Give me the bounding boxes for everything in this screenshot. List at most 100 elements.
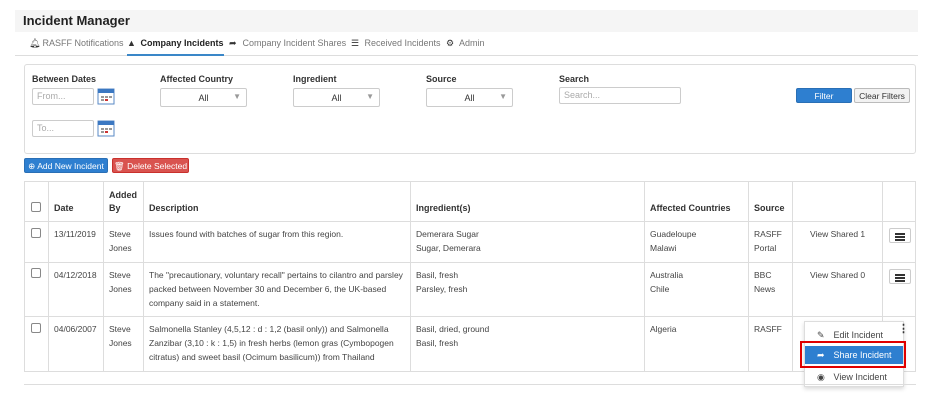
eye-icon: ◉ (817, 372, 825, 382)
chevron-down-icon: ▼ (499, 92, 507, 101)
column-header-description[interactable]: Description (149, 202, 199, 215)
cell-source: Portal (754, 243, 777, 253)
column-header-date[interactable]: Date (54, 202, 74, 215)
from-date-input[interactable]: From... (32, 88, 94, 105)
chevron-down-icon: ▼ (366, 92, 374, 101)
cell-description: packed between November 30 and December … (149, 284, 387, 294)
cell-added-by: Jones (109, 338, 132, 348)
bell-icon: 🔔︎ (29, 38, 41, 48)
button-label: Add New Incident (37, 161, 104, 171)
cell-description: company said in a statement. (149, 298, 260, 308)
cell-country: Australia (650, 270, 684, 280)
add-new-incident-button[interactable]: ⊕ Add New Incident (24, 158, 108, 173)
plus-circle-icon: ⊕ (28, 161, 36, 171)
menu-item-label: Edit Incident (833, 330, 884, 340)
tab-company-incident-shares[interactable]: ➦ Company Incident Shares (229, 38, 346, 56)
list-icon (895, 233, 905, 242)
cell-source: RASFF (754, 229, 782, 239)
cell-ingredient: Parsley, fresh (416, 284, 468, 294)
ingredient-select[interactable]: All ▼ (293, 88, 380, 107)
warning-icon: ▲ (127, 38, 136, 48)
menu-item-label: View Incident (833, 372, 887, 382)
row-checkbox[interactable] (31, 268, 41, 278)
view-shared-link[interactable]: View Shared 0 (810, 268, 865, 282)
source-label: Source (426, 74, 457, 84)
kebab-menu-icon[interactable]: ⋮ (898, 322, 909, 335)
cell-description: Issues found with batches of sugar from … (149, 229, 344, 239)
cell-added-by: Jones (109, 284, 132, 294)
list-icon: ☰ (351, 38, 360, 48)
cell-country: Guadeloupe (650, 229, 697, 239)
row-checkbox[interactable] (31, 323, 41, 333)
cell-country: Malawi (650, 243, 677, 253)
tab-label: RASFF Notifications (42, 38, 124, 48)
ingredient-label: Ingredient (293, 74, 337, 84)
tab-admin[interactable]: ⚙ Admin (446, 38, 485, 56)
cell-added-by: Steve (109, 229, 131, 239)
search-input[interactable]: Search... (559, 87, 681, 104)
cell-source: RASFF (754, 324, 782, 334)
cell-description: The "precautionary, voluntary recall" pe… (149, 270, 403, 280)
cell-date: 04/12/2018 (54, 270, 97, 280)
select-value: All (331, 93, 342, 103)
column-header-ingredients[interactable]: Ingredient(s) (416, 202, 471, 215)
tab-rasff-notifications[interactable]: 🔔︎ RASFF Notifications (29, 38, 124, 56)
filter-button[interactable]: Filter (796, 88, 852, 103)
row-actions-button[interactable] (889, 269, 911, 284)
clear-filters-button[interactable]: Clear Filters (854, 88, 910, 103)
select-value: All (464, 93, 475, 103)
column-header-countries[interactable]: Affected Countries (650, 202, 731, 215)
delete-selected-button[interactable]: 🗑︎ Delete Selected (112, 158, 189, 173)
column-header-added-by[interactable]: By (109, 202, 121, 215)
incidents-table: Date Added By Description Ingredient(s) … (24, 181, 916, 372)
cell-ingredient: Sugar, Demerara (416, 243, 481, 253)
tab-label: Admin (459, 38, 485, 48)
list-icon (895, 274, 905, 283)
cell-ingredient: Basil, dried, ground (416, 324, 490, 334)
view-shared-link[interactable]: View Shared 1 (810, 227, 865, 241)
cell-ingredient: Basil, fresh (416, 338, 459, 348)
app-header: Incident Manager (15, 10, 918, 32)
app-title: Incident Manager (23, 13, 130, 28)
select-value: All (198, 93, 209, 103)
gear-icon: ⚙ (446, 38, 455, 48)
tab-company-incidents[interactable]: ▲ Company Incidents (127, 38, 224, 56)
chevron-down-icon: ▼ (233, 92, 241, 101)
row-checkbox[interactable] (31, 228, 41, 238)
source-select[interactable]: All ▼ (426, 88, 513, 107)
cell-added-by: Steve (109, 270, 131, 280)
tab-label: Company Incident Shares (242, 38, 347, 48)
cell-date: 04/06/2007 (54, 324, 97, 334)
cell-source: News (754, 284, 776, 294)
tab-bar: 🔔︎ RASFF Notifications ▲ Company Inciden… (15, 32, 918, 56)
cell-ingredient: Demerara Sugar (416, 229, 479, 239)
cell-description: citratus) and sweet basil (Ocimum basili… (149, 352, 375, 362)
cell-description: Zanzibar (3,10 : k : 1,5) in fresh herbs… (149, 338, 394, 348)
search-label: Search (559, 74, 590, 84)
affected-country-select[interactable]: All ▼ (160, 88, 247, 107)
cell-source: BBC (754, 270, 772, 280)
calendar-icon[interactable] (97, 87, 115, 105)
filter-panel: Between Dates From... To... Affected Cou… (24, 64, 916, 154)
edit-icon: ✎ (817, 330, 825, 340)
column-header-source[interactable]: Source (754, 202, 785, 215)
select-all-checkbox[interactable] (31, 202, 41, 212)
to-date-input[interactable]: To... (32, 120, 94, 137)
tab-label: Received Incidents (364, 38, 441, 48)
tab-received-incidents[interactable]: ☰ Received Incidents (351, 38, 441, 56)
cell-description: Salmonella Stanley (4,5,12 : d : 1,2 (ba… (149, 324, 389, 334)
cell-country: Algeria (650, 324, 677, 334)
affected-country-label: Affected Country (160, 74, 234, 84)
share-icon: ➦ (229, 38, 237, 48)
calendar-icon[interactable] (97, 119, 115, 137)
cell-country: Chile (650, 284, 670, 294)
button-label: Delete Selected (127, 161, 188, 171)
cell-added-by: Steve (109, 324, 131, 334)
row-actions-button[interactable] (889, 228, 911, 243)
cell-added-by: Jones (109, 243, 132, 253)
cell-date: 13/11/2019 (54, 229, 96, 239)
tab-label: Company Incidents (140, 38, 224, 48)
trash-icon: 🗑︎ (113, 161, 125, 171)
column-header-added-by[interactable]: Added (109, 189, 137, 202)
cell-ingredient: Basil, fresh (416, 270, 459, 280)
